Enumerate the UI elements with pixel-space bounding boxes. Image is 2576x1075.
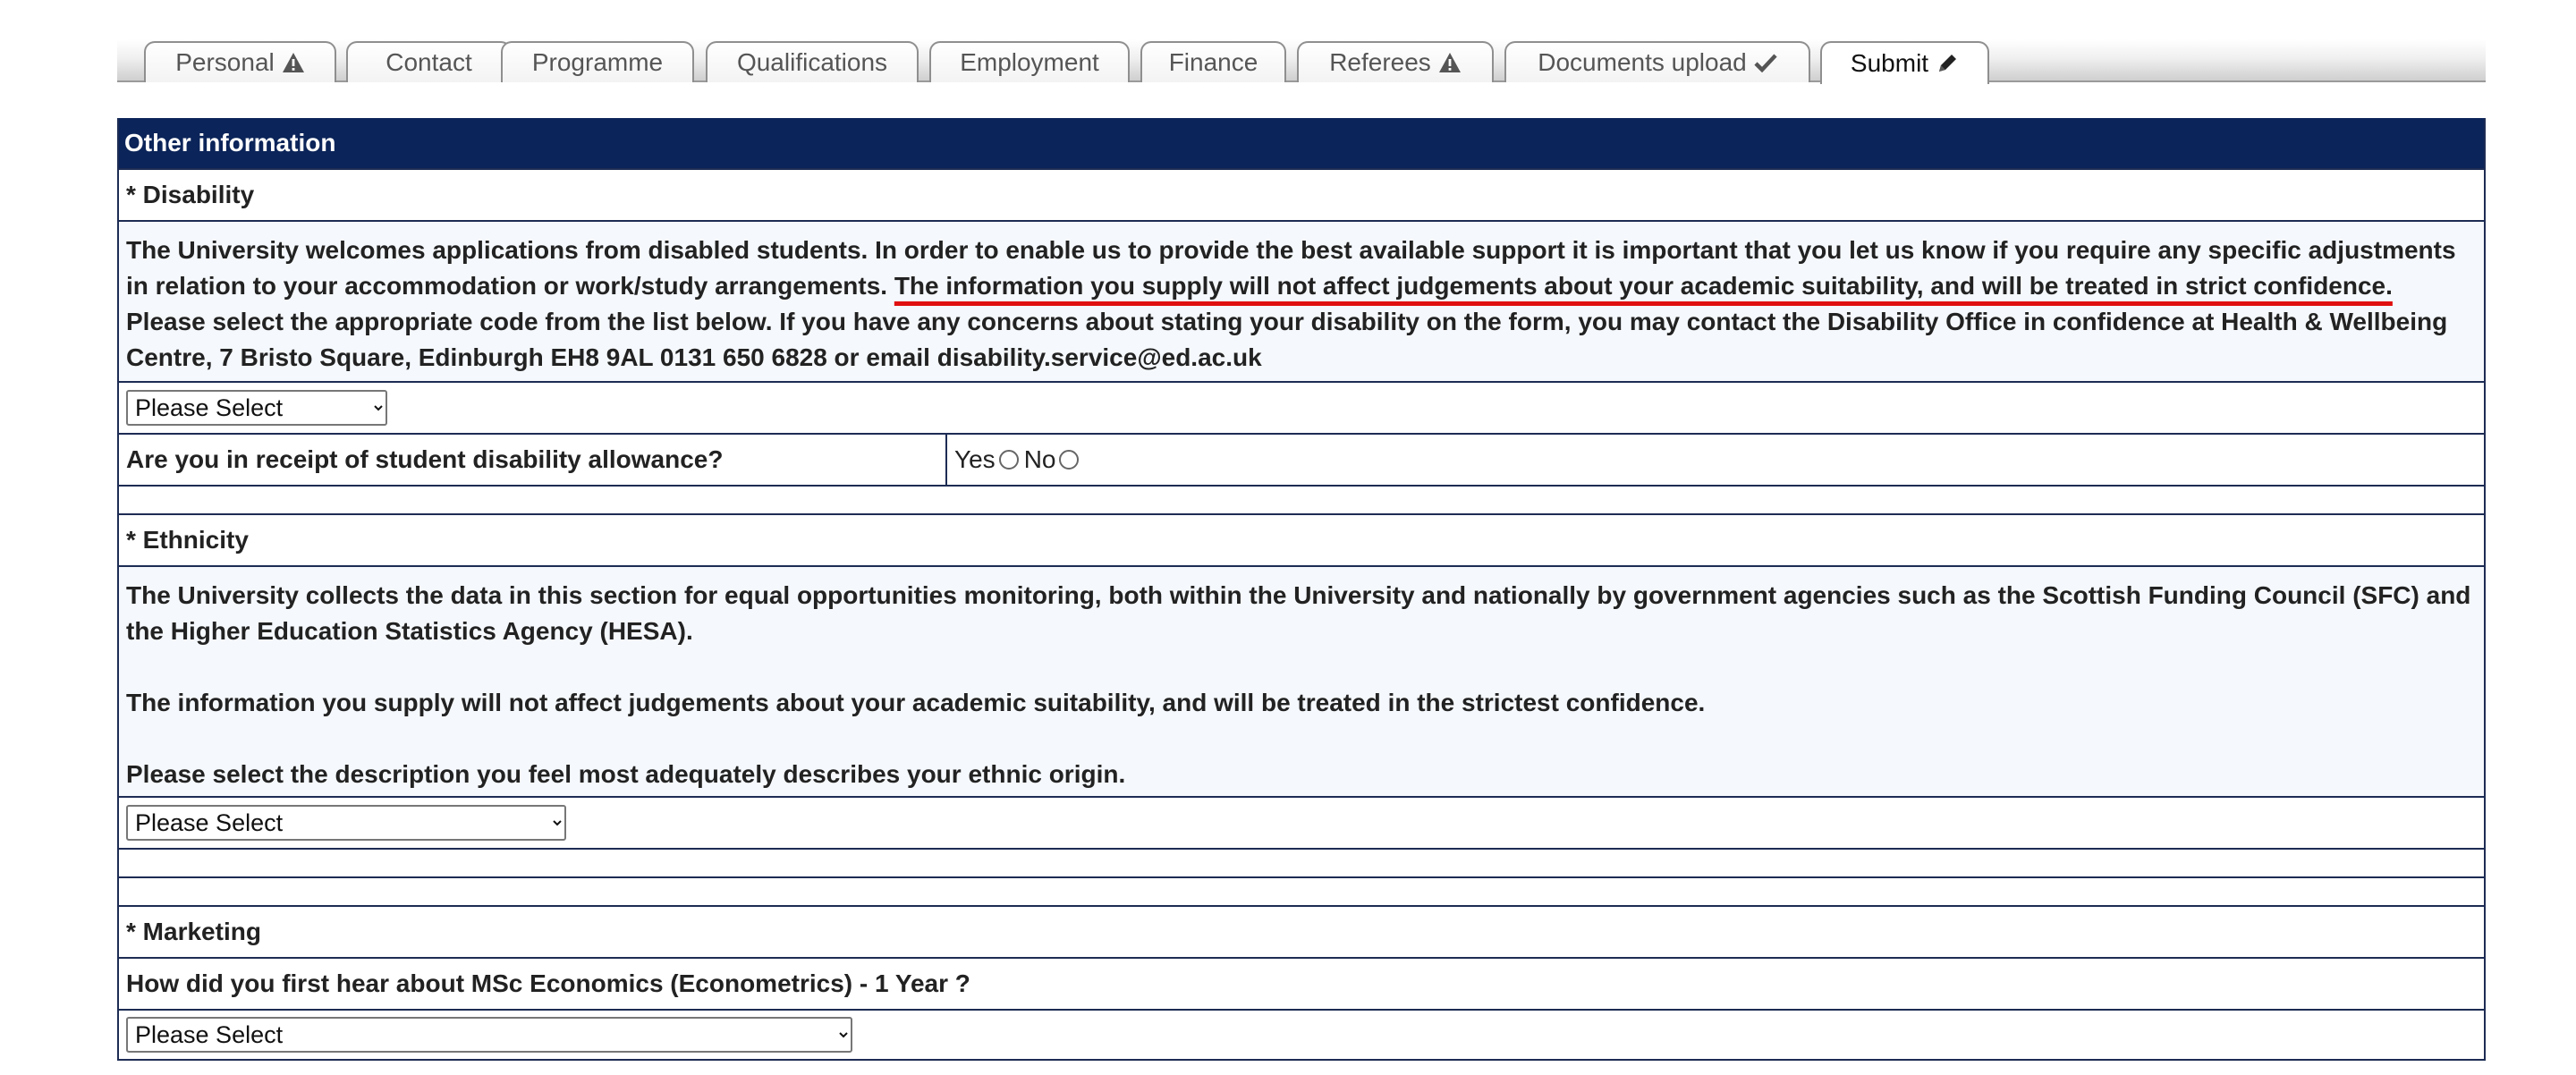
- tab-programme[interactable]: Programme: [501, 41, 694, 82]
- tab-label: Qualifications: [736, 48, 888, 76]
- tab-qualifications[interactable]: Qualifications: [706, 41, 919, 82]
- spacer-row: [119, 485, 2484, 513]
- tab-documents-upload[interactable]: Documents upload: [1504, 41, 1810, 82]
- other-information-form: Other information * Disability The Unive…: [117, 118, 2486, 1061]
- ethnicity-confidentiality: The information you supply will not affe…: [126, 689, 1706, 716]
- tab-contact[interactable]: Contact: [346, 41, 512, 82]
- tab-personal[interactable]: Personal: [144, 41, 336, 82]
- disability-heading: * Disability: [119, 168, 2484, 220]
- marketing-question: How did you first hear about MSc Economi…: [119, 957, 2484, 1009]
- tab-label: Finance: [1168, 48, 1258, 76]
- ethnicity-instruction: Please select the description you feel m…: [126, 760, 1126, 788]
- marketing-heading: * Marketing: [119, 905, 2484, 957]
- yes-label: Yes: [954, 445, 996, 473]
- spacer-row: [119, 876, 2484, 905]
- pencil-icon: [1939, 55, 1957, 72]
- warning-icon: [1438, 53, 1461, 72]
- ethnicity-select[interactable]: Please Select: [126, 805, 566, 841]
- tab-employment[interactable]: Employment: [929, 41, 1130, 82]
- section-title: Other information: [119, 118, 2484, 168]
- disability-select-row: Please Select: [119, 381, 2484, 433]
- tab-finance[interactable]: Finance: [1140, 41, 1286, 82]
- ethnicity-purpose: The University collects the data in this…: [126, 581, 2471, 645]
- tab-label: Referees: [1329, 48, 1431, 76]
- tab-label: Documents upload: [1538, 48, 1747, 76]
- spacer-row: [119, 848, 2484, 876]
- tab-label: Personal: [175, 48, 275, 76]
- marketing-select-row: Please Select: [119, 1009, 2484, 1059]
- tab-label: Submit: [1850, 49, 1929, 77]
- allowance-no-radio[interactable]: [1059, 450, 1080, 470]
- disability-text-contact: Please select the appropriate code from …: [126, 308, 2448, 371]
- no-label: No: [1023, 445, 1056, 473]
- confidentiality-statement: The information you supply will not affe…: [894, 272, 2393, 300]
- tab-bar: Personal Contact Programme Qualification…: [117, 39, 2486, 84]
- allowance-yes-radio[interactable]: [998, 450, 1019, 470]
- tab-submit[interactable]: Submit: [1820, 41, 1989, 84]
- ethnicity-heading: * Ethnicity: [119, 513, 2484, 565]
- allowance-answer: Yes No: [945, 435, 2484, 485]
- tab-label: Contact: [386, 48, 472, 76]
- disability-description: The University welcomes applications fro…: [119, 220, 2484, 381]
- tab-label: Programme: [531, 48, 664, 76]
- tab-label: Employment: [960, 48, 1099, 76]
- allowance-row: Are you in receipt of student disability…: [119, 433, 2484, 485]
- ethnicity-select-row: Please Select: [119, 796, 2484, 848]
- tab-referees[interactable]: Referees: [1297, 41, 1494, 82]
- allowance-question: Are you in receipt of student disability…: [126, 445, 724, 473]
- marketing-select[interactable]: Please Select: [126, 1017, 852, 1053]
- disability-select[interactable]: Please Select: [126, 390, 387, 426]
- warning-icon: [282, 53, 304, 72]
- checkmark-icon: [1754, 54, 1777, 72]
- ethnicity-description: The University collects the data in this…: [119, 565, 2484, 796]
